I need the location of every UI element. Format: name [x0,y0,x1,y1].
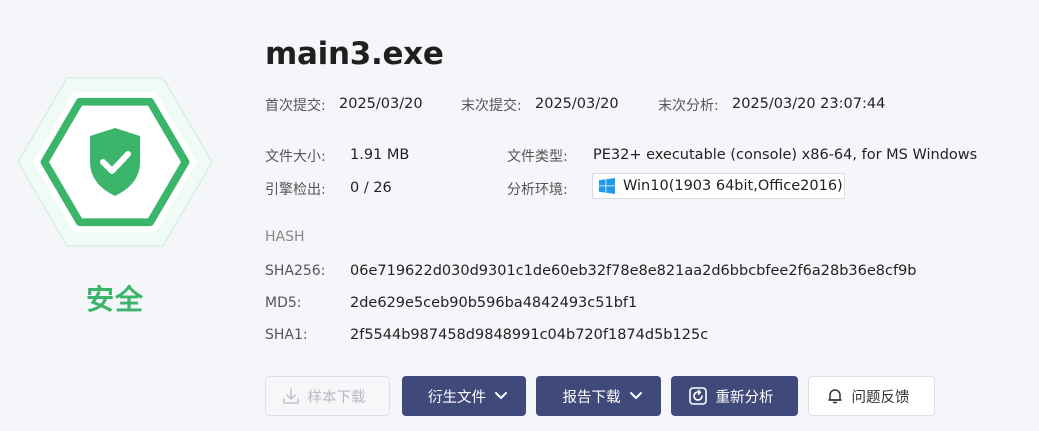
refresh-icon [688,387,707,405]
feedback-label: 问题反馈 [851,389,910,406]
sample-download-label: 样本下载 [307,389,366,406]
sha1-label: SHA1: [265,327,308,343]
file-name-title: main3.exe [265,36,444,72]
sha1-value[interactable]: 2f5544b987458d9848991c04b720f1874d5b125c [350,327,708,343]
first-submit-value: 2025/03/20 [339,96,423,112]
safety-status-label: 安全 [85,283,144,316]
hash-heading: HASH [265,229,305,245]
file-size-value: 1.91 MB [350,147,410,163]
report-download-button[interactable]: 报告下载 [536,376,661,416]
analysis-env-tag: Win10(1903 64bit,Office2016) [592,173,845,199]
windows-logo-icon [599,178,615,194]
reanalyze-label: 重新分析 [715,389,774,406]
reanalyze-button[interactable]: 重新分析 [671,376,798,416]
last-submit-value: 2025/03/20 [535,96,619,112]
download-icon [282,388,299,404]
md5-label: MD5: [265,295,302,311]
file-type-label: 文件类型: [507,149,568,165]
first-submit-label: 首次提交: [265,98,326,114]
chevron-down-icon [629,392,642,399]
sha256-value[interactable]: 06e719622d030d9301c1de60eb32f78e8e821aa2… [350,263,917,279]
md5-value[interactable]: 2de629e5ceb90b596ba4842493c51bf1 [350,295,637,311]
analysis-env-value: Win10(1903 64bit,Office2016) [623,178,843,194]
safe-status-badge [14,74,216,250]
first-submit-row: 首次提交: [265,95,326,115]
sha256-label: SHA256: [265,263,326,279]
last-submit-label: 末次提交: [461,98,522,114]
feedback-button[interactable]: 问题反馈 [808,376,935,416]
engine-detection-value: 0 / 26 [350,180,392,196]
bell-icon [827,389,842,404]
shield-check-icon [17,77,213,247]
last-analysis-value: 2025/03/20 23:07:44 [732,96,886,112]
sample-download-button[interactable]: 样本下载 [265,376,390,416]
chevron-down-icon [495,392,507,399]
report-download-label: 报告下载 [562,389,621,406]
engine-detection-label: 引擎检出: [265,182,326,198]
analysis-env-label: 分析环境: [507,182,568,198]
derived-files-label: 衍生文件 [428,389,486,406]
last-analysis-label: 末次分析: [658,98,719,114]
file-size-label: 文件大小: [265,149,326,165]
derived-files-button[interactable]: 衍生文件 [402,376,526,416]
file-type-value: PE32+ executable (console) x86-64, for M… [593,147,978,163]
